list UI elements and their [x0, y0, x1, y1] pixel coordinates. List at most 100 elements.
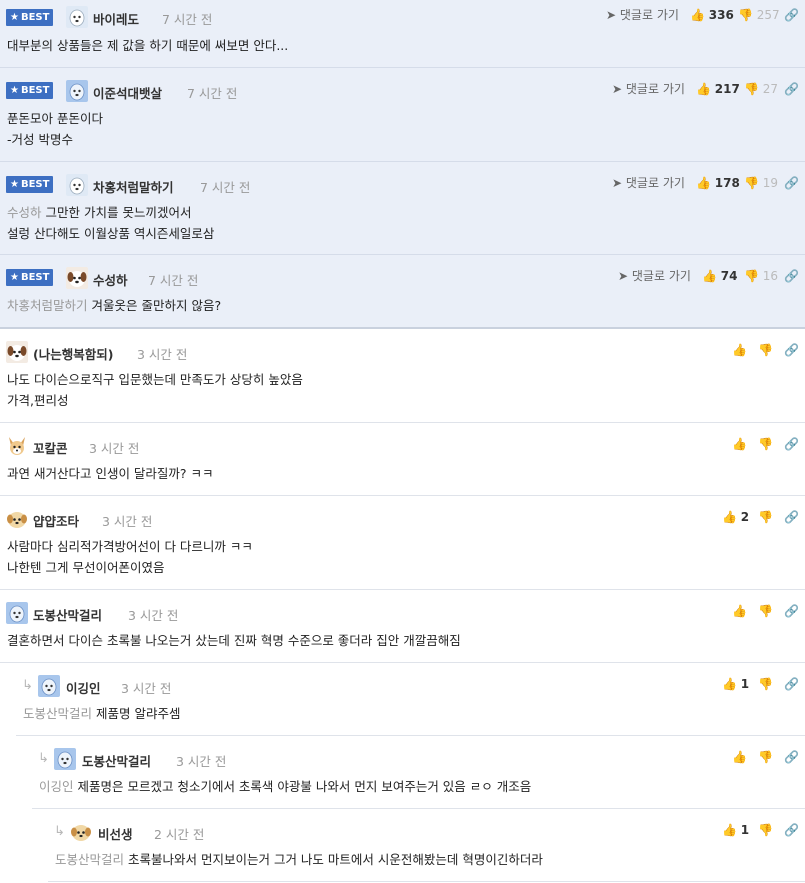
arrow-icon: ➤ [612, 82, 623, 96]
thumbs-up-icon: 👍 [732, 604, 747, 618]
nickname[interactable]: 바이레도 [93, 9, 139, 28]
timestamp: 3 시간 전 [128, 608, 179, 623]
thumbs-up-icon: 👍 [696, 82, 711, 96]
downvote-button[interactable]: 👎 16 [744, 267, 778, 285]
avatar[interactable] [54, 748, 76, 770]
downvote-button[interactable]: 👎 [758, 675, 773, 693]
avatar[interactable] [6, 341, 28, 363]
thumbs-up-icon: 👍 [732, 437, 747, 451]
mention[interactable]: 도봉산막걸리 [23, 706, 92, 721]
goto-comment-link[interactable]: ➤ 댓글로 가기 [612, 174, 685, 192]
link-icon[interactable]: 🔗 [784, 508, 799, 526]
mention[interactable]: 수성하 [7, 205, 42, 220]
nickname[interactable]: 얍얍조타 [33, 511, 79, 530]
timestamp: 3 시간 전 [102, 514, 153, 529]
link-icon[interactable]: 🔗 [784, 748, 799, 766]
link-icon[interactable]: 🔗 [784, 80, 799, 98]
avatar[interactable] [6, 435, 28, 457]
comment-body: 결혼하면서 다이슨 초록불 나오는거 샀는데 진짜 혁명 수준으로 좋더라 집안… [7, 633, 461, 648]
nickname[interactable]: 비선생 [98, 824, 133, 843]
comment-body: 나도 다이슨으로직구 입문했는데 만족도가 상당히 높았음 가격,편리성 [7, 372, 303, 408]
comment-body: 과연 새거산다고 인생이 달라질까? ㅋㅋ [7, 466, 214, 481]
link-icon[interactable]: 🔗 [784, 174, 799, 192]
downvote-button[interactable]: 👎 [758, 435, 773, 453]
avatar[interactable] [6, 602, 28, 624]
timestamp: 3 시간 전 [176, 754, 227, 769]
comment-list: ★ BEST 바이레도 7 시간 전 ➤ 댓글로 가기 👍 336 👎 257 🔗… [0, 0, 805, 882]
upvote-button[interactable]: 👍 1 [722, 675, 749, 693]
downvote-button[interactable]: 👎 [758, 602, 773, 620]
upvote-button[interactable]: 👍 336 [690, 6, 734, 24]
downvote-button[interactable]: 👎 [758, 821, 773, 839]
nickname[interactable]: 이깅인 [66, 678, 101, 697]
link-icon[interactable]: 🔗 [784, 675, 799, 693]
nickname[interactable]: 차홍처럼말하기 [93, 177, 174, 196]
nickname[interactable]: 도봉산막걸리 [82, 751, 151, 770]
comment: 꼬칼콘 3 시간 전 👍 👎 🔗 과연 새거산다고 인생이 달라질까? ㅋㅋ [0, 423, 805, 496]
link-icon[interactable]: 🔗 [784, 267, 799, 285]
nickname[interactable]: 이준석대뱃살 [93, 83, 162, 102]
timestamp: 7 시간 전 [148, 273, 199, 288]
comment: (나는행복함되) 3 시간 전 👍 👎 🔗 나도 다이슨으로직구 입문했는데 만… [0, 329, 805, 423]
comment: 도봉산막걸리 3 시간 전 👍 👎 🔗 결혼하면서 다이슨 초록불 나오는거 샀… [0, 590, 805, 663]
thumbs-down-icon: 👎 [744, 176, 759, 190]
upvote-button[interactable]: 👍 [732, 435, 747, 453]
timestamp: 3 시간 전 [121, 681, 172, 696]
upvote-button[interactable]: 👍 [732, 602, 747, 620]
thumbs-up-icon: 👍 [732, 750, 747, 764]
thumbs-up-icon: 👍 [722, 823, 737, 837]
thumbs-up-icon: 👍 [696, 176, 711, 190]
thumbs-down-icon: 👎 [758, 604, 773, 618]
upvote-button[interactable]: 👍 2 [722, 508, 749, 526]
best-comment: ★ BEST 바이레도 7 시간 전 ➤ 댓글로 가기 👍 336 👎 257 🔗… [0, 0, 805, 68]
avatar[interactable] [66, 267, 88, 289]
timestamp: 2 시간 전 [154, 827, 205, 842]
avatar[interactable] [38, 675, 60, 697]
downvote-button[interactable]: 👎 [758, 508, 773, 526]
upvote-button[interactable]: 👍 178 [696, 174, 740, 192]
link-icon[interactable]: 🔗 [784, 602, 799, 620]
upvote-button[interactable]: 👍 [732, 341, 747, 359]
nickname[interactable]: 도봉산막걸리 [33, 605, 102, 624]
mention[interactable]: 이깅인 [39, 779, 74, 794]
goto-comment-link[interactable]: ➤ 댓글로 가기 [612, 80, 685, 98]
comment-body: 차홍처럼말하기 겨울옷은 줄만하지 않음? [7, 298, 222, 313]
downvote-button[interactable]: 👎 [758, 748, 773, 766]
link-icon[interactable]: 🔗 [784, 435, 799, 453]
link-icon[interactable]: 🔗 [784, 341, 799, 359]
timestamp: 7 시간 전 [162, 12, 213, 27]
avatar[interactable] [66, 6, 88, 28]
avatar[interactable] [66, 174, 88, 196]
goto-comment-link[interactable]: ➤ 댓글로 가기 [606, 6, 679, 24]
link-icon[interactable]: 🔗 [784, 6, 799, 24]
reply-comment: ↳ 도봉산막걸리 3 시간 전 👍 👎 🔗 이깅인 제품명은 모르겠고 청소기에서… [32, 736, 805, 809]
timestamp: 7 시간 전 [187, 86, 238, 101]
nickname[interactable]: 꼬칼콘 [33, 438, 68, 457]
reply-comment: ↳ 비선생 2 시간 전 👍 1 👎 🔗 도봉산막걸리 초록불나와서 먼지보이는거… [48, 809, 805, 882]
thumbs-down-icon: 👎 [738, 8, 753, 22]
downvote-button[interactable]: 👎 19 [744, 174, 778, 192]
nickname[interactable]: (나는행복함되) [33, 344, 113, 363]
downvote-button[interactable]: 👎 27 [744, 80, 778, 98]
upvote-button[interactable]: 👍 [732, 748, 747, 766]
mention[interactable]: 도봉산막걸리 [55, 852, 124, 867]
goto-comment-link[interactable]: ➤ 댓글로 가기 [618, 267, 691, 285]
timestamp: 3 시간 전 [137, 347, 188, 362]
upvote-button[interactable]: 👍 1 [722, 821, 749, 839]
comment-body: 푼돈모아 푼돈이다 -거성 박명수 [7, 111, 103, 147]
comment: 얍얍조타 3 시간 전 👍 2 👎 🔗 사람마다 심리적가격방어선이 다 다르니… [0, 496, 805, 590]
avatar[interactable] [6, 508, 28, 530]
mention[interactable]: 차홍처럼말하기 [7, 298, 88, 313]
nickname[interactable]: 수성하 [93, 270, 128, 289]
upvote-button[interactable]: 👍 74 [702, 267, 737, 285]
avatar[interactable] [66, 80, 88, 102]
best-comment: ★ BEST 수성하 7 시간 전 ➤ 댓글로 가기 👍 74 👎 16 🔗 차홍… [0, 255, 805, 329]
comment-body: 도봉산막걸리 초록불나와서 먼지보이는거 그거 나도 마트에서 시운전해봤는데 혁… [55, 852, 543, 867]
downvote-button[interactable]: 👎 257 [738, 6, 780, 24]
downvote-button[interactable]: 👎 [758, 341, 773, 359]
link-icon[interactable]: 🔗 [784, 821, 799, 839]
avatar[interactable] [70, 821, 92, 843]
comment-body: 이깅인 제품명은 모르겠고 청소기에서 초록색 야광불 나와서 먼지 보여주는거 … [39, 779, 532, 794]
upvote-button[interactable]: 👍 217 [696, 80, 740, 98]
reply-arrow-icon: ↳ [38, 751, 49, 766]
